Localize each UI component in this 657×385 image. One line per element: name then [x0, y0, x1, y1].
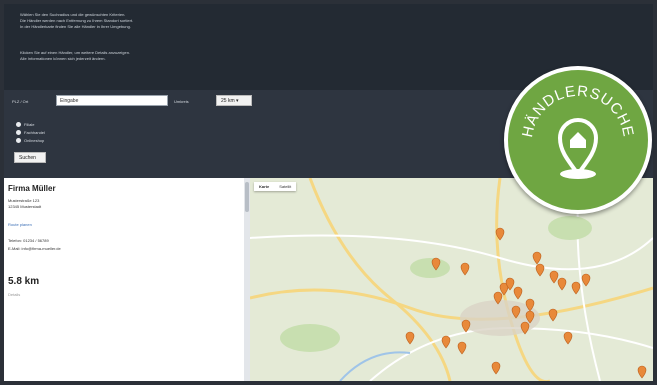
- plz-label: PLZ / Ort: [12, 99, 29, 104]
- option-label: Fachhandel: [24, 130, 45, 135]
- route-link[interactable]: Route planen: [8, 222, 32, 227]
- badge-graphic: HÄNDLERSUCHE: [519, 83, 637, 179]
- info-line: Alle Informationen können sich jederzeit…: [20, 56, 106, 61]
- radius-value: 25 km: [221, 98, 235, 104]
- dealer-city: 12345 Musterstadt: [8, 204, 42, 209]
- option-onlineshop[interactable]: Onlineshop: [16, 138, 44, 143]
- badge-title: HÄNDLERSUCHE: [519, 83, 637, 139]
- radio-icon: [16, 130, 21, 135]
- radius-label: Umkreis: [174, 99, 189, 104]
- info-text-block-2: Klicken Sie auf einen Händler, um weiter…: [20, 50, 130, 62]
- chevron-down-icon: ▾: [236, 98, 239, 104]
- result-panel: Firma Müller Musterstraße 123 12345 Must…: [4, 178, 244, 381]
- search-button[interactable]: Suchen: [14, 152, 46, 163]
- dealer-phone: Telefon: 01234 / 56789: [8, 238, 49, 243]
- radius-select[interactable]: 25 km ▾: [216, 95, 252, 106]
- dealer-name[interactable]: Firma Müller: [8, 184, 56, 193]
- location-input[interactable]: Eingabe: [56, 95, 168, 106]
- radio-icon: [16, 122, 21, 127]
- map-type-tabs: Karte Satellit: [254, 182, 297, 191]
- option-fachhandel[interactable]: Fachhandel: [16, 130, 45, 135]
- option-filiale[interactable]: Filiale: [16, 122, 34, 127]
- tab-map[interactable]: Karte: [254, 182, 274, 191]
- dealer-distance: 5.8 km: [8, 276, 40, 287]
- dealer-email[interactable]: E-Mail: info@firma-mueller.de: [8, 246, 61, 251]
- radio-icon: [16, 138, 21, 143]
- info-text-block-1: Wählen Sie den Suchradius und die gewüns…: [20, 12, 133, 30]
- details-link[interactable]: Details: [8, 292, 20, 297]
- option-label: Onlineshop: [24, 138, 45, 143]
- info-line: In der Händlerkarte finden Sie alle Händ…: [20, 24, 131, 29]
- scrollbar-thumb[interactable]: [245, 182, 249, 212]
- option-label: Filiale: [24, 122, 35, 127]
- haendlersuche-badge: HÄNDLERSUCHE: [504, 66, 652, 214]
- home-icon: [570, 132, 586, 148]
- tab-satellite[interactable]: Satellit: [274, 182, 296, 191]
- dealer-street: Musterstraße 123: [8, 198, 40, 203]
